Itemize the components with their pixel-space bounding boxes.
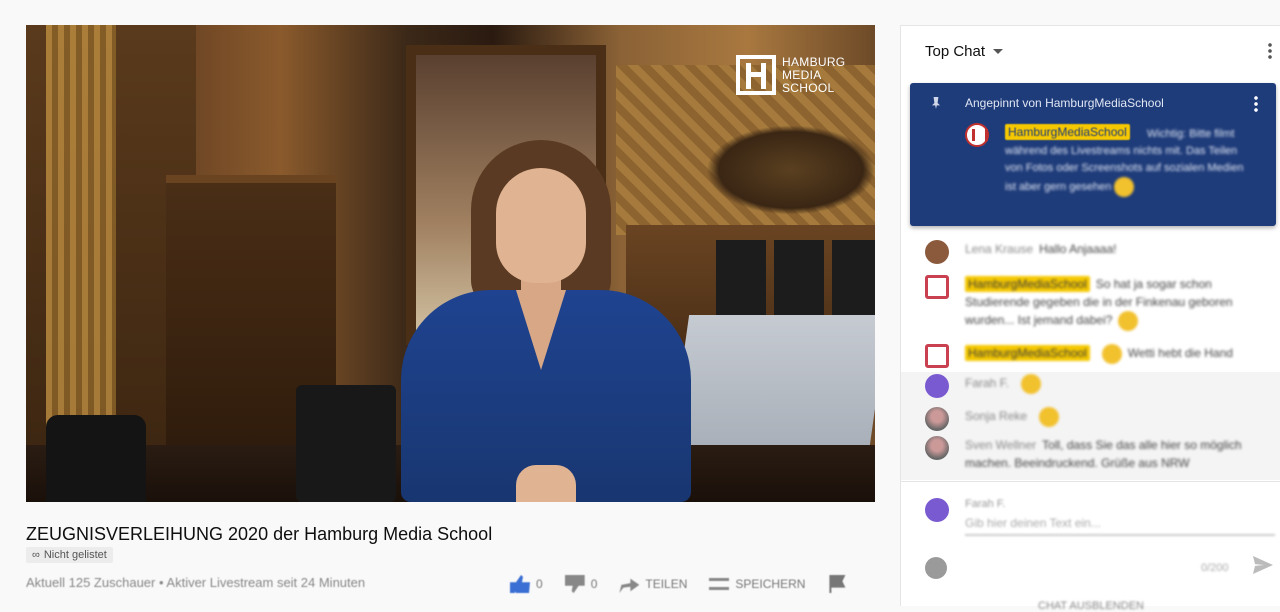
- watermark-line-3: SCHOOL: [782, 80, 835, 95]
- share-arrow-icon: [619, 578, 640, 593]
- presenter-face: [496, 168, 586, 283]
- share-button[interactable]: TEILEN: [619, 575, 687, 593]
- save-button[interactable]: SPEICHERN: [709, 577, 805, 591]
- live-chat: Top Chat Angepinnt von HamburgMediaSchoo…: [900, 25, 1280, 612]
- watermark-text: HAMBURG MEDIA SCHOOL: [782, 54, 846, 95]
- pinned-message: Angepinnt von HamburgMediaSchool Wichtig…: [910, 83, 1276, 226]
- thumbs-down-icon: [564, 575, 585, 593]
- presenter-hands: [516, 465, 576, 502]
- emoji-picker-icon[interactable]: [925, 557, 947, 579]
- grinning-emoji-icon: [1021, 374, 1042, 394]
- avatar[interactable]: [925, 344, 949, 368]
- video-meta: Aktuell 125 Zuschauer • Aktiver Livestre…: [26, 575, 366, 590]
- video-scene-ornament: [706, 125, 875, 215]
- composer-name: Farah F.: [965, 498, 1006, 510]
- chat-message: HamburgMediaSchool So hat ja sogar schon …: [901, 275, 1280, 331]
- pin-icon: [932, 97, 940, 109]
- message-author[interactable]: HamburgMediaSchool: [965, 276, 1090, 292]
- chat-message: Farah F.: [901, 374, 1280, 398]
- avatar[interactable]: [925, 374, 949, 398]
- chat-mode-label: Top Chat: [925, 42, 986, 60]
- clapping-emoji-icon: [1039, 407, 1060, 427]
- video-scene-chair: [46, 415, 146, 502]
- dislike-button[interactable]: 0: [564, 575, 598, 593]
- video-player[interactable]: HAMBURG MEDIA SCHOOL: [26, 25, 875, 502]
- message-text: Hallo Anjaaaa!: [1039, 242, 1117, 256]
- message-text: Wetti hebt die Hand: [1127, 346, 1233, 361]
- smiling-emoji-icon: [1114, 177, 1135, 197]
- raised-hand-emoji-icon: [1101, 344, 1122, 364]
- grimace-emoji-icon: [1118, 311, 1139, 331]
- avatar: [925, 498, 949, 522]
- message-author[interactable]: Sven Wellner: [965, 438, 1036, 452]
- chat-more-icon[interactable]: [1268, 42, 1272, 60]
- chat-mode-dropdown[interactable]: Top Chat: [901, 26, 1280, 76]
- message-author[interactable]: Sonja Reke: [965, 409, 1027, 423]
- watermark-line-2: MEDIA: [782, 67, 822, 82]
- chat-message: HamburgMediaSchool Wetti hebt die Hand: [901, 344, 1280, 368]
- thumbs-up-icon: [510, 575, 530, 593]
- save-label: SPEICHERN: [735, 577, 806, 591]
- send-icon[interactable]: [1253, 556, 1273, 574]
- visibility-label: Nicht gelistet: [43, 549, 107, 561]
- flag-icon: [829, 575, 846, 593]
- dislike-count: 0: [590, 577, 598, 591]
- caret-down-icon: [993, 48, 1004, 54]
- avatar[interactable]: [925, 240, 949, 264]
- report-button[interactable]: [827, 575, 847, 593]
- avatar[interactable]: [925, 407, 949, 431]
- chat-message: Sven Wellner Toll, dass Sie das alle hier…: [901, 436, 1280, 472]
- like-button[interactable]: 0: [510, 575, 543, 593]
- link-icon: ∞: [32, 549, 40, 561]
- video-title: ZEUGNISVERLEIHUNG 2020 der Hamburg Media…: [26, 524, 493, 544]
- chat-input[interactable]: Gib hier deinen Text ein...: [965, 516, 1275, 536]
- message-author[interactable]: HamburgMediaSchool: [965, 345, 1090, 362]
- hide-chat-button[interactable]: CHAT AUSBLENDEN: [901, 600, 1280, 612]
- message-author[interactable]: Farah F.: [965, 376, 1009, 390]
- chat-message: Lena Krause Hallo Anjaaaa!: [901, 240, 1280, 264]
- avatar[interactable]: [965, 123, 989, 147]
- pinned-label: Angepinnt von HamburgMediaSchool: [965, 96, 1164, 110]
- watermark-line-1: HAMBURG: [782, 54, 846, 69]
- video-presenter: [376, 140, 716, 502]
- avatar[interactable]: [925, 275, 949, 299]
- share-label: TEILEN: [645, 577, 688, 591]
- avatar[interactable]: [925, 436, 949, 460]
- pinned-more-icon[interactable]: [1254, 95, 1258, 113]
- hms-logo-icon: [736, 55, 776, 95]
- char-counter: 0/200: [1201, 562, 1229, 574]
- chat-message: Sonja Reke: [901, 407, 1280, 431]
- visibility-badge: ∞ Nicht gelistet: [26, 547, 113, 563]
- message-author[interactable]: Lena Krause: [965, 242, 1033, 256]
- video-actions: 0 0 TEILEN SPEICHERN: [510, 575, 847, 593]
- playlist-add-icon: [709, 578, 730, 590]
- pinned-author[interactable]: HamburgMediaSchool: [1005, 124, 1130, 140]
- channel-watermark[interactable]: HAMBURG MEDIA SCHOOL: [736, 55, 845, 95]
- like-count: 0: [536, 577, 543, 591]
- chat-composer: Farah F. Gib hier deinen Text ein... 0/2…: [901, 481, 1280, 612]
